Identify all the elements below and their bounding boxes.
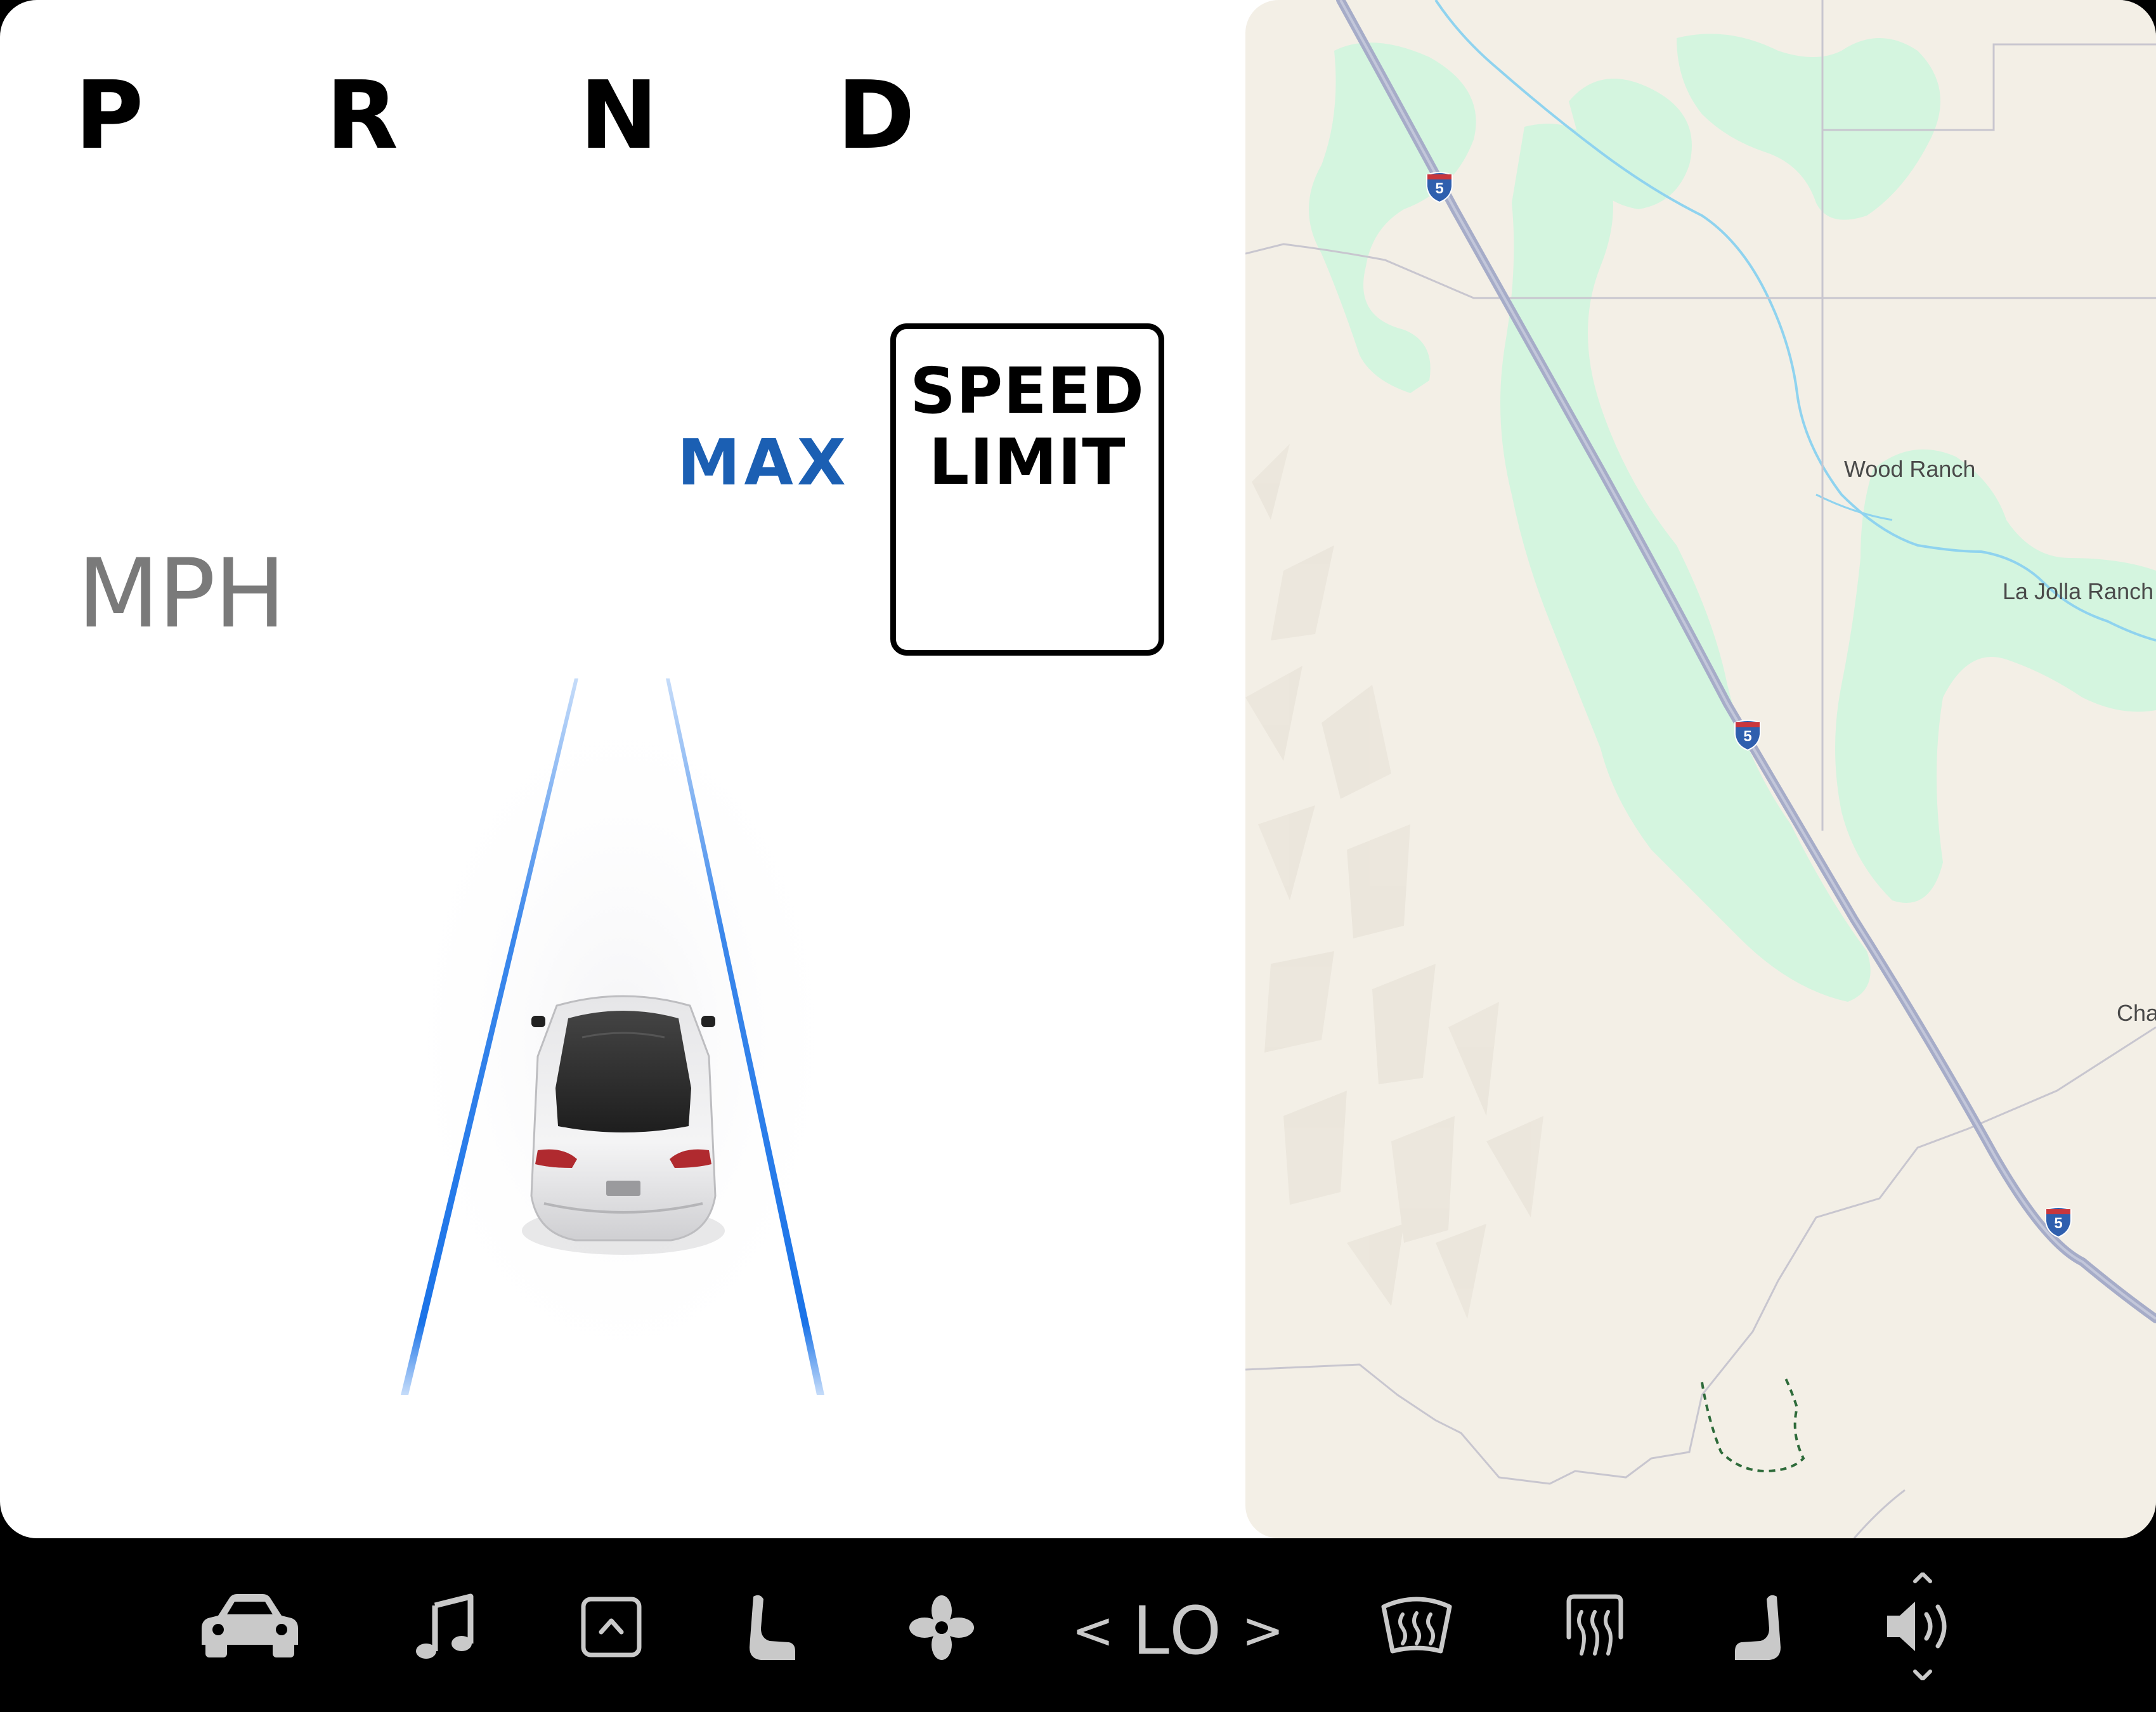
temperature-value: LO	[1133, 1592, 1224, 1670]
rear-defrost-icon	[1566, 1594, 1623, 1656]
max-speed-label: MAX	[677, 425, 850, 500]
front-defrost-icon	[1381, 1597, 1452, 1654]
fan-icon	[909, 1595, 974, 1660]
passenger-seat-heat-button[interactable]	[1725, 1538, 1801, 1712]
gear-park[interactable]: P	[75, 68, 143, 162]
passenger-seat-icon	[1735, 1595, 1781, 1660]
temperature-control: < LO >	[1072, 1592, 1284, 1670]
interstate-shield-icon[interactable]: 5	[1734, 719, 1762, 751]
interstate-shield-number: 5	[1435, 180, 1444, 197]
map-label-cha[interactable]: Cha	[2117, 1002, 2156, 1025]
map-label-wood-ranch[interactable]: Wood Ranch	[1844, 458, 1975, 481]
terrain-shading	[1245, 444, 1543, 1319]
navigation-map[interactable]: Wood Ranch La Jolla Ranch Cha	[1245, 0, 2156, 1538]
map-canvas	[1245, 0, 2156, 1538]
driver-seat-icon	[750, 1595, 795, 1660]
interstate-shield-number: 5	[1743, 728, 1752, 745]
interstate-shield-icon[interactable]: 5	[2044, 1206, 2072, 1238]
temperature-increase-button[interactable]: >	[1242, 1593, 1284, 1669]
map-label-la-jolla-ranch[interactable]: La Jolla Ranch	[2003, 580, 2153, 603]
car-model	[522, 995, 725, 1255]
speed-limit-sign[interactable]: SPEED LIMIT	[890, 323, 1164, 656]
speed-sign-line1: SPEED	[910, 354, 1145, 428]
car-icon	[202, 1594, 298, 1657]
interstate-shield-icon[interactable]: 5	[1425, 171, 1453, 204]
speed-sign-line2: LIMIT	[928, 425, 1126, 499]
interstate-shield-number: 5	[2054, 1215, 2063, 1232]
temperature-decrease-button[interactable]: <	[1072, 1593, 1114, 1669]
gear-neutral[interactable]: N	[580, 68, 658, 162]
gear-reverse[interactable]: R	[326, 68, 398, 162]
bottom-dock: < LO >	[0, 1538, 2156, 1712]
volume-icon	[1887, 1573, 1947, 1680]
rear-defrost-button[interactable]	[1554, 1538, 1636, 1712]
trail-path	[1701, 1375, 1805, 1473]
music-button[interactable]	[399, 1538, 488, 1712]
driver-seat-heat-button[interactable]	[736, 1538, 812, 1712]
gear-drive[interactable]: D	[837, 68, 915, 162]
tesla-display: P R N D MPH MAX SPEED LIMIT Wood Ranch L…	[0, 0, 2156, 1712]
fan-button[interactable]	[900, 1538, 983, 1712]
app-launcher-button[interactable]	[571, 1538, 659, 1712]
lane-visualization	[393, 678, 850, 1395]
car-controls-button[interactable]	[190, 1538, 317, 1712]
driving-panel: P R N D MPH MAX SPEED LIMIT Wood Ranch L…	[0, 0, 2156, 1538]
speed-unit-label: MPH	[77, 539, 286, 649]
volume-button[interactable]	[1877, 1538, 1972, 1712]
music-note-icon	[416, 1593, 474, 1659]
launcher-up-icon	[581, 1597, 642, 1657]
front-defrost-button[interactable]	[1376, 1538, 1458, 1712]
